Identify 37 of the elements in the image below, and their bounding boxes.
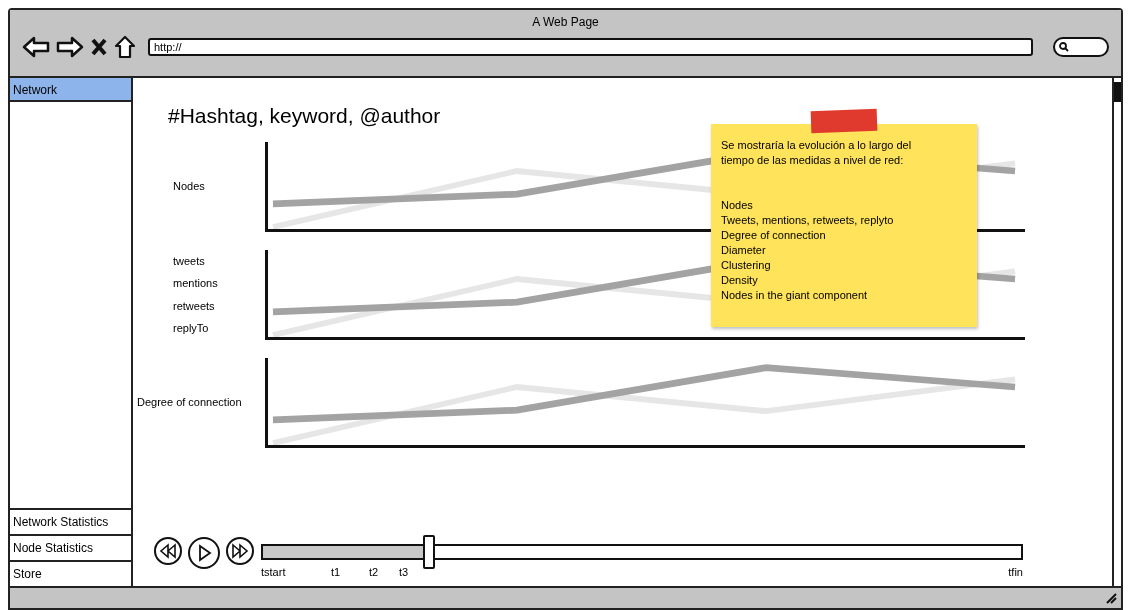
resize-grip-icon[interactable] <box>1105 592 1117 604</box>
rewind-icon[interactable] <box>153 536 183 566</box>
slider-thumb[interactable] <box>422 535 435 569</box>
window-title: A Web Page <box>532 14 599 31</box>
note-item: Nodes in the giant component <box>721 288 869 303</box>
scrollbar[interactable] <box>1112 78 1121 586</box>
address-field[interactable]: http:// <box>148 38 1033 56</box>
search-icon <box>1059 42 1069 52</box>
note-item: Density <box>721 273 759 288</box>
note-item: Diameter <box>721 243 767 258</box>
note-item: Nodes <box>721 198 754 213</box>
chart-label: replyTo <box>173 321 210 336</box>
timeline-slider[interactable] <box>261 535 1023 569</box>
play-icon[interactable] <box>187 536 221 570</box>
tape-icon <box>810 108 878 134</box>
chart-label: mentions <box>173 276 219 291</box>
chart-label: Nodes <box>173 179 206 195</box>
chart-label: retweets <box>173 298 216 314</box>
chart-label: tweets <box>173 253 206 269</box>
sidebar-item[interactable]: Network <box>10 78 131 102</box>
chart-label: Degree of connection <box>137 395 243 411</box>
back-icon[interactable] <box>22 35 50 59</box>
tick-label: t1 <box>331 565 341 580</box>
note-intro: Se mostraría la evolución a lo largo del tiempo de las medidas a nivel de red: <box>721 138 913 168</box>
tick-label: tstart <box>261 565 286 580</box>
forward-icon[interactable] <box>56 35 84 59</box>
home-icon[interactable] <box>114 35 136 59</box>
tick-label: t2 <box>369 565 379 580</box>
note-item: Tweets, mentions, retweets, replyto <box>721 213 895 228</box>
page-heading: #Hashtag, keyword, @author <box>168 103 441 129</box>
fast-forward-icon[interactable] <box>225 536 255 566</box>
note-item: Clustering <box>721 258 772 273</box>
search-field[interactable] <box>1053 37 1109 57</box>
close-icon[interactable] <box>90 37 108 57</box>
tick-label: t3 <box>399 565 409 580</box>
tick-label: tfin <box>1008 565 1023 580</box>
note-item: Degree of connection <box>721 228 827 243</box>
